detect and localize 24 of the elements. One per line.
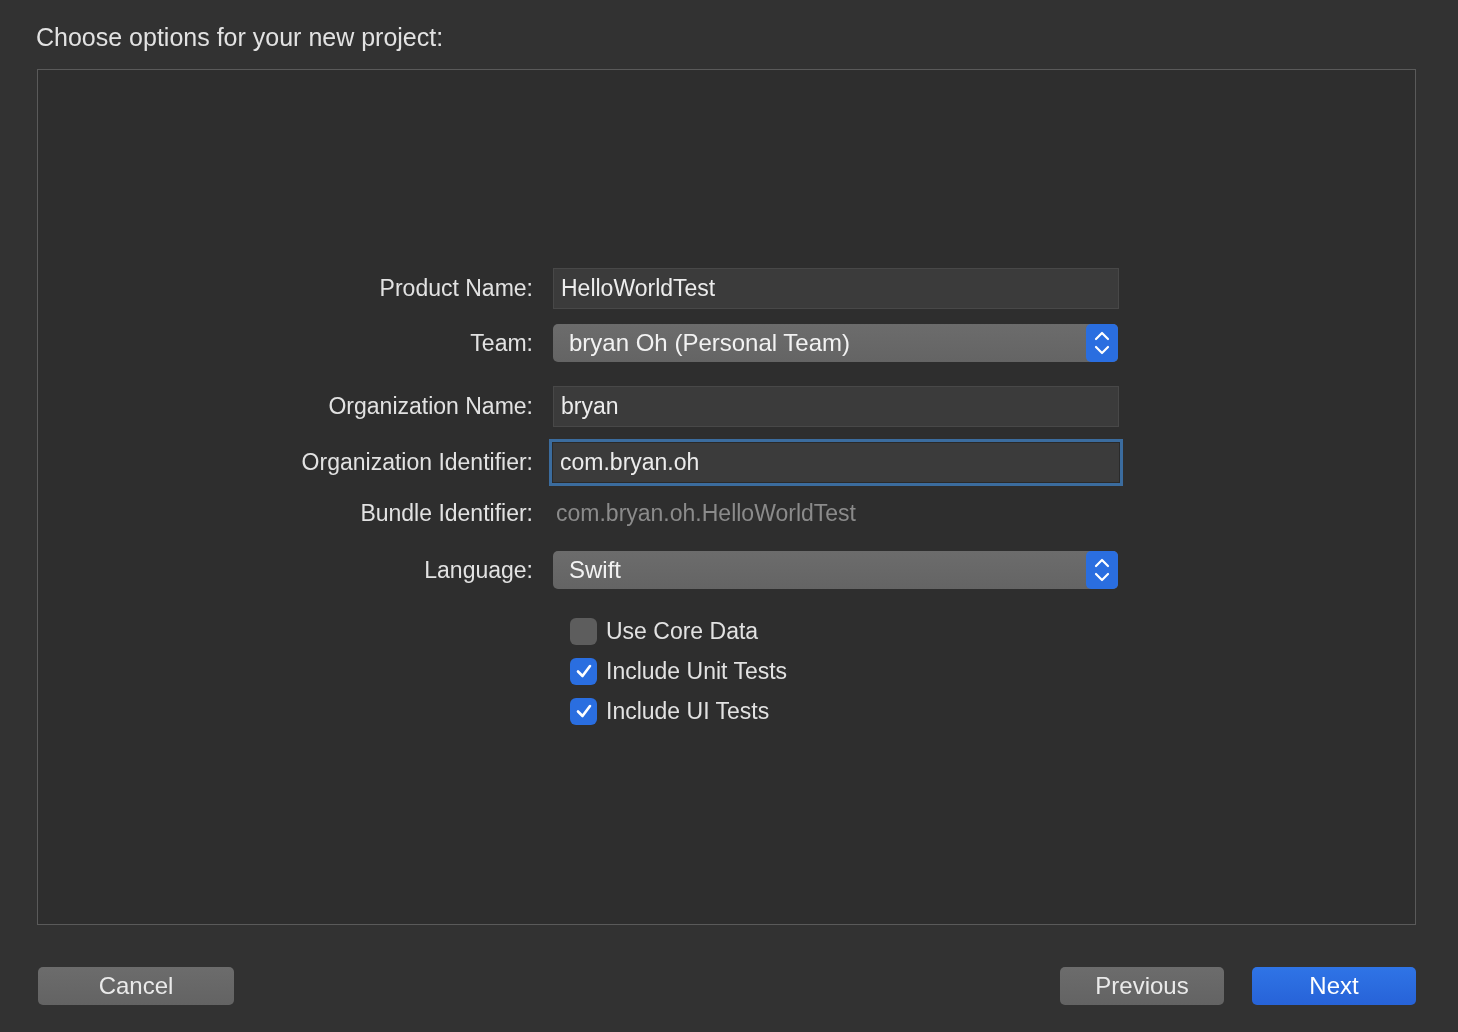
text-field[interactable]: HelloWorldTest (553, 268, 1119, 309)
text-field[interactable]: com.bryan.oh (552, 442, 1120, 483)
up-down-chevron-icon (1086, 324, 1118, 362)
up-down-chevron-icon (1086, 551, 1118, 589)
field-label: Organization Name: (327, 393, 534, 420)
field-label: Bundle Identifier: (359, 499, 534, 527)
bundle-identifier-value: com.bryan.oh.HelloWorldTest (555, 499, 856, 527)
checkbox[interactable] (570, 697, 597, 725)
text-field[interactable]: bryan (553, 386, 1119, 427)
previous-button[interactable]: Previous (1060, 967, 1224, 1005)
popup-button[interactable]: Swift (553, 551, 1118, 589)
checkbox-label: Include UI Tests (606, 697, 770, 725)
field-label: Organization Identifier: (300, 449, 534, 476)
dialog-heading: Choose options for your new project: (36, 22, 445, 52)
checkbox-label: Use Core Data (606, 617, 759, 645)
next-button[interactable]: Next (1252, 967, 1416, 1005)
field-label: Language: (423, 556, 534, 584)
field-label: Product Name: (378, 275, 534, 302)
checkbox[interactable] (570, 657, 597, 685)
checkbox-label: Include Unit Tests (606, 657, 788, 685)
cancel-button[interactable]: Cancel (38, 967, 234, 1005)
popup-button[interactable]: bryan Oh (Personal Team) (553, 324, 1118, 362)
field-label: Team: (469, 329, 534, 357)
checkbox[interactable] (570, 617, 597, 645)
